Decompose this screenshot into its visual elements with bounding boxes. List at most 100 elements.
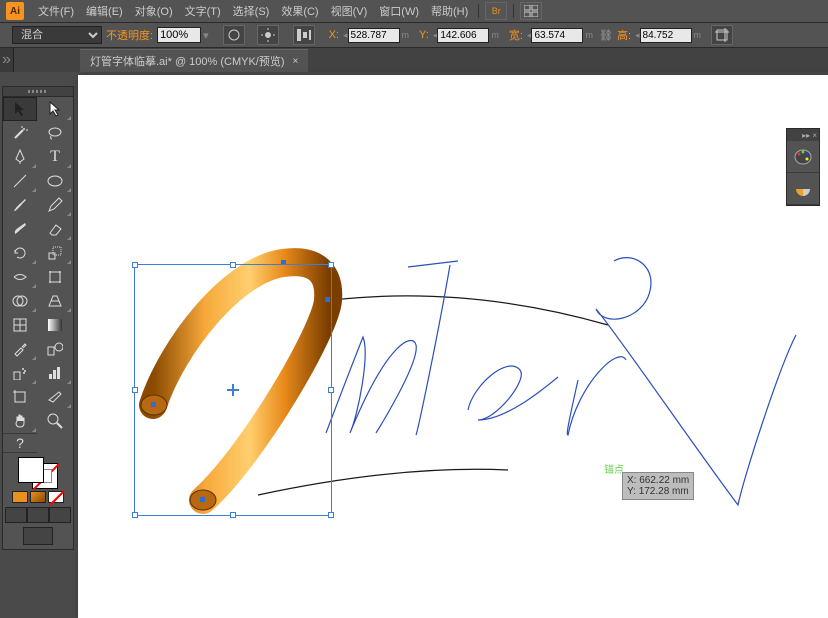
rotate-tool[interactable] <box>3 241 37 265</box>
gradient-tool[interactable] <box>38 313 72 337</box>
opacity-input[interactable] <box>157 27 201 43</box>
lasso-tool[interactable] <box>38 121 72 145</box>
unit: m <box>402 30 410 40</box>
align-icon <box>297 29 311 41</box>
ellipse-icon <box>47 175 63 187</box>
tab-expand-arrow[interactable]: » <box>0 48 14 72</box>
magic-wand-tool[interactable] <box>3 121 37 145</box>
sun-icon <box>261 28 275 42</box>
drawing-mode-buttons <box>5 507 71 523</box>
width-icon <box>12 270 28 284</box>
perspective-icon <box>47 294 63 308</box>
symbol-sprayer-tool[interactable] <box>3 361 37 385</box>
transform-icon <box>48 270 62 284</box>
help-tool[interactable]: ? <box>3 433 37 453</box>
x-input[interactable] <box>348 28 400 43</box>
mesh-icon <box>13 318 27 332</box>
hand-tool[interactable] <box>3 409 37 433</box>
pencil-icon <box>47 197 63 213</box>
menu-window[interactable]: 窗口(W) <box>373 3 425 19</box>
blend-tool[interactable] <box>38 337 72 361</box>
document-tab-bar: 灯管字体临摹.ai* @ 100% (CMYK/预览) × <box>0 48 828 72</box>
menu-effect[interactable]: 效果(C) <box>275 3 324 19</box>
unit: m <box>585 30 593 40</box>
artboard-tool[interactable] <box>3 385 37 409</box>
pen-tool[interactable] <box>3 145 37 169</box>
color-button[interactable] <box>12 491 28 503</box>
dock-collapse-button[interactable]: ▸▸ × <box>787 129 819 141</box>
zoom-tool[interactable] <box>38 409 72 433</box>
color-panel-button[interactable] <box>787 141 819 173</box>
style-button[interactable] <box>223 25 245 45</box>
tools-panel-grip[interactable] <box>3 87 73 97</box>
height-input[interactable] <box>640 28 692 43</box>
fill-swatch[interactable] <box>18 457 44 483</box>
draw-behind[interactable] <box>27 507 49 523</box>
line-icon <box>12 173 28 189</box>
blend-mode-select[interactable]: 混合 <box>12 26 102 44</box>
circle-icon <box>227 28 241 42</box>
type-tool[interactable]: T <box>38 145 72 169</box>
bridge-button[interactable]: Br <box>485 2 507 20</box>
transform-button[interactable] <box>711 25 733 45</box>
slice-icon <box>47 390 63 404</box>
width-tool[interactable] <box>3 265 37 289</box>
artwork <box>78 75 828 618</box>
artboard-icon <box>13 390 27 404</box>
mesh-tool[interactable] <box>3 313 37 337</box>
direct-selection-tool[interactable] <box>38 97 72 121</box>
eraser-tool[interactable] <box>38 217 72 241</box>
link-icon[interactable]: ⛓ <box>599 25 613 45</box>
separator <box>513 4 514 18</box>
ellipse-tool[interactable] <box>38 169 72 193</box>
color-controls <box>3 453 73 549</box>
scale-tool[interactable] <box>38 241 72 265</box>
canvas-area[interactable] <box>78 72 828 618</box>
width-label: 宽: <box>509 27 523 43</box>
tab-close-button[interactable]: × <box>293 56 299 67</box>
menu-object[interactable]: 对象(O) <box>129 3 179 19</box>
perspective-tool[interactable] <box>38 289 72 313</box>
fill-stroke-swatches[interactable] <box>18 457 58 489</box>
none-button[interactable] <box>48 491 64 503</box>
eyedropper-icon <box>12 341 28 357</box>
align-button[interactable] <box>293 25 315 45</box>
height-label: 高: <box>617 27 631 43</box>
blob-brush-tool[interactable] <box>3 217 37 241</box>
paintbrush-tool[interactable] <box>3 193 37 217</box>
shape-builder-tool[interactable] <box>3 289 37 313</box>
selection-tool[interactable] <box>3 97 37 121</box>
main-menu-bar: Ai 文件(F) 编辑(E) 对象(O) 文字(T) 选择(S) 效果(C) 视… <box>0 0 828 22</box>
cursor-coordinates-tooltip: X: 662.22 mm Y: 172.28 mm <box>622 472 694 500</box>
pencil-tool[interactable] <box>38 193 72 217</box>
draw-inside[interactable] <box>49 507 71 523</box>
color-guide-panel-button[interactable] <box>787 173 819 205</box>
eyedropper-tool[interactable] <box>3 337 37 361</box>
menu-file[interactable]: 文件(F) <box>32 3 80 19</box>
spray-icon <box>12 366 28 380</box>
y-input[interactable] <box>437 28 489 43</box>
menu-view[interactable]: 视图(V) <box>325 3 374 19</box>
width-input[interactable] <box>531 28 583 43</box>
dropdown-arrow-icon[interactable]: ▾ <box>203 29 209 42</box>
free-transform-tool[interactable] <box>38 265 72 289</box>
screen-mode-button[interactable] <box>23 527 53 545</box>
recolor-button[interactable] <box>257 25 279 45</box>
white-arrow-icon <box>48 101 62 117</box>
slice-tool[interactable] <box>38 385 72 409</box>
gradient-button[interactable] <box>30 491 46 503</box>
gradient-icon <box>48 319 62 331</box>
smart-guide-label: 锚点 <box>604 461 624 476</box>
tools-panel: T ? <box>2 86 74 550</box>
line-tool[interactable] <box>3 169 37 193</box>
menu-edit[interactable]: 编辑(E) <box>80 3 129 19</box>
right-panel-dock: ▸▸ × <box>786 128 820 206</box>
menu-help[interactable]: 帮助(H) <box>425 3 474 19</box>
graph-tool[interactable] <box>38 361 72 385</box>
menu-select[interactable]: 选择(S) <box>227 3 276 19</box>
brush-icon <box>12 197 28 213</box>
draw-normal[interactable] <box>5 507 27 523</box>
arrange-documents-button[interactable] <box>520 2 542 20</box>
document-tab[interactable]: 灯管字体临摹.ai* @ 100% (CMYK/预览) × <box>80 49 308 72</box>
menu-type[interactable]: 文字(T) <box>179 3 227 19</box>
